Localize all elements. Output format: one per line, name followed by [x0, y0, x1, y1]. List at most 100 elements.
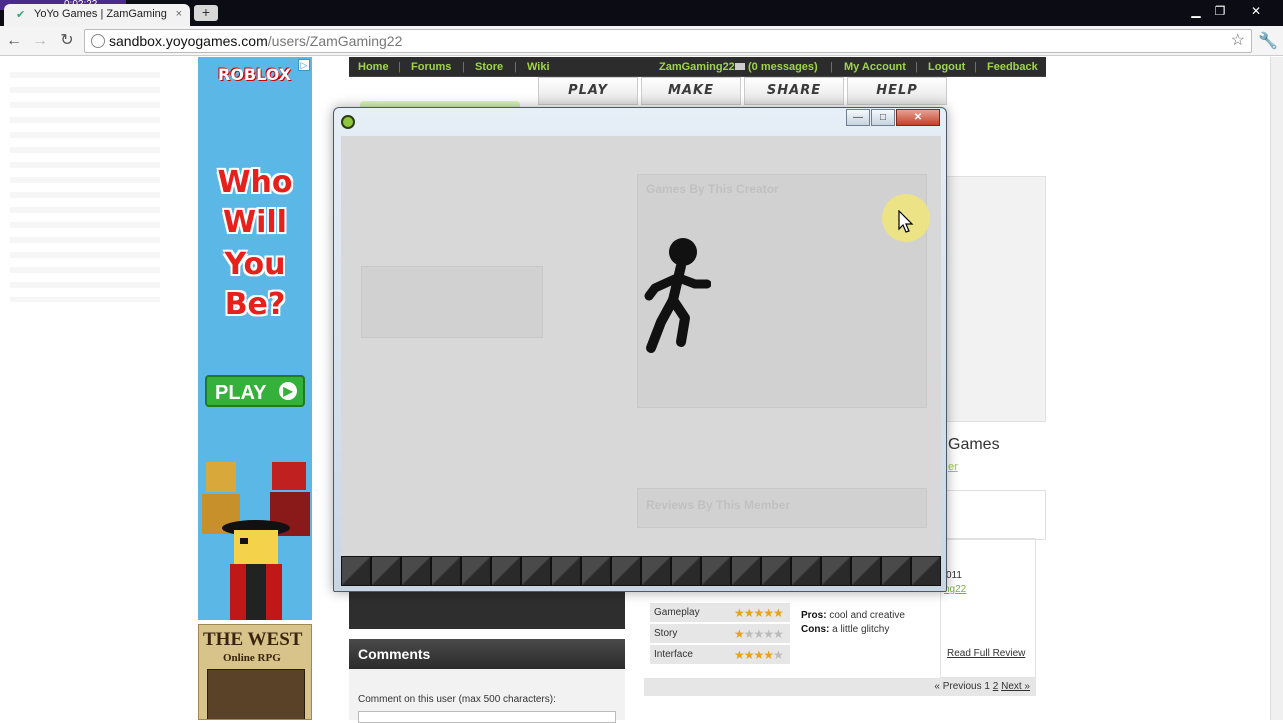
rating-row: Story ★★★★★ [650, 624, 790, 644]
roblox-ad[interactable]: ROBLOX ▷ Who Will You Be? PLAY ▶ [198, 57, 312, 620]
mouse-pointer-icon [898, 210, 914, 233]
review-pager: « Previous 1 2 Next » [644, 678, 1036, 696]
faded-left-links [10, 72, 160, 302]
rating-row: Interface ★★★★★ [650, 645, 790, 665]
pager-previous: « Previous [934, 681, 982, 692]
comments-panel: Comments Comment on this user (max 500 c… [349, 639, 625, 723]
ad-play-button[interactable]: PLAY ▶ [205, 375, 305, 407]
share-tab-button[interactable]: SHARE [744, 77, 844, 105]
game-canvas[interactable]: Games By This Creator Reviews By This Me… [341, 136, 941, 586]
pager-next-link[interactable]: Next » [1001, 681, 1030, 692]
cons-label: Cons: [801, 624, 830, 635]
nav-feedback-link[interactable]: Feedback [987, 57, 1038, 77]
rating-row: Gameplay ★★★★★ [650, 603, 790, 623]
dark-panel-footer [349, 587, 625, 629]
comments-title: Comments [349, 639, 625, 669]
nav-separator: | [915, 61, 918, 73]
ad-headline-who: Who [217, 165, 293, 200]
pager-page-2-link[interactable]: 2 [993, 681, 999, 692]
nav-wiki-link[interactable]: Wiki [527, 57, 550, 77]
play-tab-button[interactable]: PLAY [538, 77, 638, 105]
the-west-ad[interactable]: THE WEST Online RPG [198, 624, 312, 720]
pager-page-1: 1 [984, 681, 990, 692]
comment-textarea[interactable] [358, 711, 616, 723]
the-west-subtitle: Online RPG [223, 652, 281, 664]
stick-figure-player [644, 238, 711, 353]
url-path: /users/ZamGaming22 [267, 33, 403, 49]
nav-username-link[interactable]: ZamGaming22 [659, 57, 735, 77]
bookmark-star-icon[interactable]: ☆ [1231, 30, 1245, 52]
browser-tab[interactable]: ✔ YoYo Games | ZamGaming × [4, 4, 190, 26]
nav-store-link[interactable]: Store [475, 57, 503, 77]
nav-separator: | [830, 61, 833, 73]
address-bar[interactable]: sandbox.yoyogames.com/users/ZamGaming22 … [84, 29, 1252, 53]
games-heading: Games [948, 436, 1000, 453]
close-window-button[interactable]: ✕ [1246, 3, 1266, 19]
pros-label: Pros: [801, 610, 827, 621]
game-app-icon [341, 115, 355, 129]
maximize-window-button[interactable]: ❐ [1210, 3, 1230, 19]
comments-body: Comment on this user (max 500 characters… [349, 669, 625, 723]
review-date: 011 [946, 570, 962, 581]
minimize-window-button[interactable]: ▁ [1186, 3, 1206, 19]
ad-headline-be: Be? [224, 287, 286, 322]
forward-arrow-icon[interactable]: → [30, 31, 50, 51]
ad-headline-you: You [224, 247, 286, 282]
rating-stars: ★★★★★ [734, 606, 784, 620]
browser-titlebar: 0:02:22 ✔ YoYo Games | ZamGaming × + ▁ ❐… [0, 0, 1283, 26]
the-west-scene-image [207, 669, 305, 719]
help-tab-button[interactable]: HELP [847, 77, 947, 105]
background-panel [946, 176, 1046, 422]
nav-separator: | [462, 61, 465, 73]
ghost-games-by-text: Games By This Creator [646, 182, 779, 196]
review-pros: Pros: cool and creative [801, 610, 905, 621]
read-full-review-link[interactable]: Read Full Review [947, 648, 1025, 659]
cons-text: a little glitchy [832, 624, 890, 635]
mail-icon [735, 63, 745, 70]
url-text: sandbox.yoyogames.com/users/ZamGaming22 [109, 30, 402, 52]
game-close-button[interactable]: ✕ [896, 109, 940, 126]
ghost-panel [361, 266, 543, 338]
nav-forums-link[interactable]: Forums [411, 57, 451, 77]
nav-messages-link[interactable]: (0 messages) [748, 57, 818, 77]
comment-label: Comment on this user (max 500 characters… [358, 694, 556, 705]
game-window[interactable]: — □ ✕ Games By This Creator Reviews By T… [333, 107, 947, 592]
url-host: sandbox.yoyogames.com [109, 33, 268, 49]
make-tab-button[interactable]: MAKE [641, 77, 741, 105]
globe-icon [91, 34, 105, 48]
tab-close-icon[interactable]: × [176, 4, 182, 24]
nav-logout-link[interactable]: Logout [928, 57, 965, 77]
the-west-title: THE WEST [203, 629, 303, 650]
browser-toolbar: ← → ↻ sandbox.yoyogames.com/users/ZamGam… [0, 26, 1283, 56]
new-tab-button[interactable]: + [194, 5, 218, 21]
roblox-characters-image [202, 462, 310, 620]
nav-home-link[interactable]: Home [358, 57, 389, 77]
reload-icon[interactable]: ↻ [57, 31, 77, 51]
review-cons: Cons: a little glitchy [801, 624, 889, 635]
nav-my-account-link[interactable]: My Account [844, 57, 906, 77]
rating-label: Interface [654, 649, 693, 660]
adchoices-icon[interactable]: ▷ [298, 59, 310, 71]
back-arrow-icon[interactable]: ← [4, 31, 24, 51]
site-nav-bar: Home | Forums | Store | Wiki ZamGaming22… [349, 57, 1046, 77]
nav-separator: | [398, 61, 401, 73]
ghost-reviews-by-text: Reviews By This Member [646, 498, 791, 512]
review-user-link[interactable]: ng22 [944, 584, 966, 595]
game-maximize-button[interactable]: □ [871, 109, 895, 126]
game-minimize-button[interactable]: — [846, 109, 870, 126]
rating-label: Gameplay [654, 607, 700, 618]
pros-text: cool and creative [829, 610, 905, 621]
scrollbar[interactable] [1270, 57, 1283, 720]
wrench-menu-icon[interactable]: 🔧 [1258, 31, 1278, 51]
background-panel [946, 490, 1046, 540]
play-arrow-icon: ▶ [279, 382, 297, 400]
roblox-logo: ROBLOX [218, 65, 292, 84]
nav-separator: | [974, 61, 977, 73]
tab-title: YoYo Games | ZamGaming [34, 8, 167, 20]
game-floor [341, 556, 941, 586]
rating-label: Story [654, 628, 678, 639]
partial-link[interactable]: er [948, 461, 958, 473]
favicon-icon: ✔ [16, 9, 26, 21]
rating-stars: ★★★★★ [734, 648, 784, 662]
ad-play-label: PLAY [215, 382, 267, 404]
